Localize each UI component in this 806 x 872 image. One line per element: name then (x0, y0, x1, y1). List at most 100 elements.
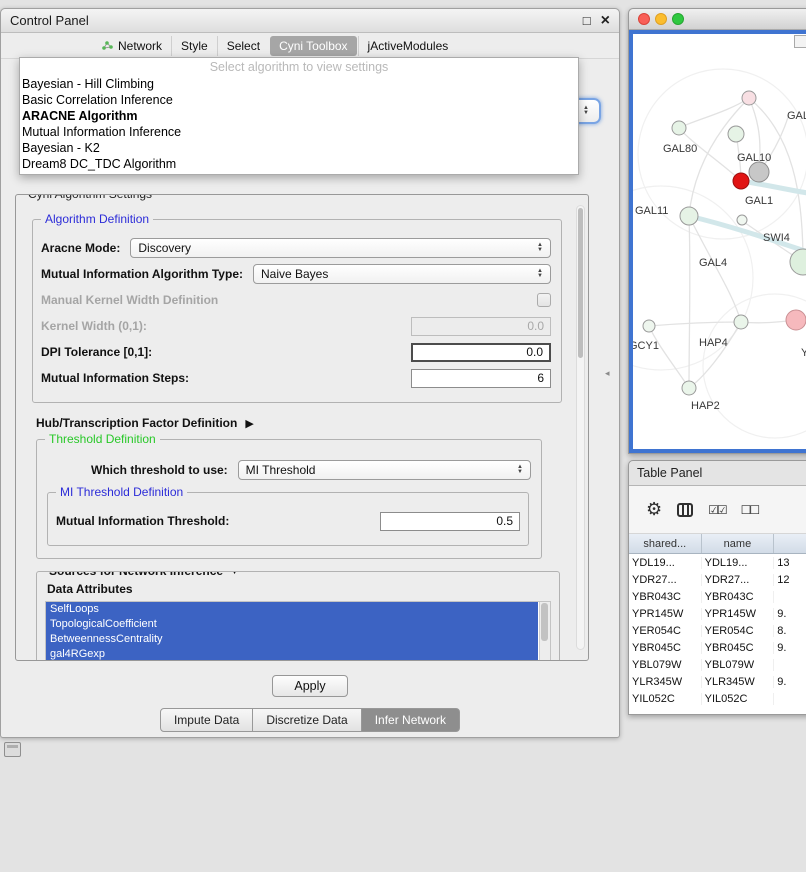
tab-impute-data[interactable]: Impute Data (160, 708, 253, 732)
manual-kernel-checkbox[interactable] (537, 293, 551, 307)
network-node (680, 207, 698, 225)
attribute-item-selected[interactable]: gal4RGexp (46, 647, 538, 661)
control-panel-window: Control Panel □ × Network Style Select C… (0, 8, 620, 738)
algorithm-definition-title: Algorithm Definition (41, 212, 153, 226)
mi-threshold-row: Mutual Information Threshold: (56, 511, 520, 531)
control-panel-tabs: Network Style Select Cyni Toolbox jActiv… (1, 33, 619, 59)
network-canvas[interactable]: GAL80 GAL10 GAL1 GAL11 SWI4 GAL4 GCY1 HA… (633, 34, 806, 451)
splitter-collapse-icon[interactable]: ◂ (605, 368, 610, 379)
tab-discretize-data[interactable]: Discretize Data (252, 708, 361, 732)
kernel-width-row: Kernel Width (0,1): (41, 316, 551, 336)
table-row[interactable]: YLR345W YLR345W 9. (629, 673, 806, 690)
network-node (682, 381, 696, 395)
table-row[interactable]: YBR043C YBR043C (629, 588, 806, 605)
which-threshold-row: Which threshold to use: MI Threshold ▲▼ (45, 460, 531, 480)
column-header-name[interactable]: name (702, 534, 775, 553)
mi-type-row: Mutual Information Algorithm Type: Naive… (41, 264, 551, 284)
table-row[interactable]: YPR145W YPR145W 9. (629, 605, 806, 622)
attribute-item-selected[interactable]: BetweennessCentrality (46, 632, 538, 647)
tab-jactivemodules[interactable]: jActiveModules (358, 36, 458, 56)
tab-cyni-toolbox[interactable]: Cyni Toolbox (270, 36, 356, 56)
network-node-highlighted (733, 173, 749, 189)
canvas-scroll-button[interactable] (794, 35, 806, 48)
tab-network[interactable]: Network (93, 36, 171, 56)
network-tab-icon (102, 40, 113, 51)
expanded-triangle-icon[interactable]: ▼ (229, 571, 240, 577)
aracne-mode-row: Aracne Mode: Discovery ▲▼ (41, 238, 551, 258)
apply-button[interactable]: Apply (272, 675, 347, 697)
aracne-mode-select[interactable]: Discovery ▲▼ (130, 238, 551, 258)
sources-group-title[interactable]: Sources for Network Inference ▼ (45, 571, 244, 578)
table-settings-gear-icon[interactable]: ⚙ (646, 499, 662, 520)
hub-definition-section[interactable]: Hub/Transcription Factor Definition ▶ (36, 416, 562, 430)
table-row[interactable]: YIL052C YIL052C (629, 690, 806, 707)
deselect-all-icon[interactable]: ☐☐ (741, 503, 759, 517)
node-label: HAP4 (699, 337, 728, 349)
minimize-traffic-light[interactable] (655, 13, 667, 25)
algorithm-option[interactable]: Basic Correlation Inference (20, 92, 578, 108)
zoom-traffic-light[interactable] (672, 13, 684, 25)
node-label: HAP2 (691, 400, 720, 412)
data-attributes-list[interactable]: SelfLoops TopologicalCoefficient Between… (45, 601, 551, 661)
dpi-tolerance-field[interactable] (411, 343, 551, 362)
node-label: GAL (787, 110, 806, 122)
table-panel-titlebar[interactable]: Table Panel (629, 461, 806, 485)
which-threshold-label: Which threshold to use: (91, 463, 228, 477)
network-node-neutral (749, 162, 769, 182)
aracne-mode-label: Aracne Mode: (41, 241, 120, 255)
control-panel-dock-icon[interactable] (4, 742, 21, 757)
combo-arrows-icon: ▲▼ (537, 243, 543, 253)
tab-infer-network[interactable]: Infer Network (361, 708, 460, 732)
table-row[interactable]: YER054C YER054C 8. (629, 622, 806, 639)
manual-kernel-label: Manual Kernel Width Definition (41, 293, 218, 307)
collapsed-triangle-icon[interactable]: ▶ (245, 417, 253, 430)
column-header-shared-name[interactable]: shared... (629, 534, 702, 553)
algorithm-option[interactable]: Bayesian - Hill Climbing (20, 76, 578, 92)
bottom-tabs: Impute Data Discretize Data Infer Networ… (1, 708, 619, 732)
table-header-row: shared... name (629, 534, 806, 554)
table-row[interactable]: YDR27... YDR27... 12 (629, 571, 806, 588)
combo-arrows-icon: ▲▼ (583, 106, 589, 116)
close-traffic-light[interactable] (638, 13, 650, 25)
network-node (643, 320, 655, 332)
network-node (734, 315, 748, 329)
table-panel-title: Table Panel (637, 466, 702, 480)
float-window-icon[interactable]: □ (583, 13, 591, 28)
show-columns-icon[interactable] (677, 503, 693, 517)
select-all-icon[interactable]: ☑☑ (708, 503, 726, 517)
settings-scrollbar-thumb[interactable] (578, 208, 583, 358)
mi-threshold-definition-group: MI Threshold Definition Mutual Informati… (47, 492, 529, 546)
tab-style-label: Style (181, 39, 208, 53)
tab-select-label: Select (227, 39, 260, 53)
table-row[interactable]: YBL079W YBL079W (629, 656, 806, 673)
tab-style[interactable]: Style (171, 36, 217, 56)
tab-select[interactable]: Select (217, 36, 269, 56)
network-window-titlebar[interactable] (629, 9, 806, 30)
mi-steps-row: Mutual Information Steps: (41, 368, 551, 388)
mi-steps-field[interactable] (411, 369, 551, 388)
algorithm-option[interactable]: Bayesian - K2 (20, 140, 578, 156)
close-window-icon[interactable]: × (601, 12, 610, 30)
mi-threshold-field[interactable] (380, 512, 520, 531)
algorithm-option[interactable]: Dream8 DC_TDC Algorithm (20, 156, 578, 172)
column-header-extra[interactable] (774, 534, 806, 553)
node-label: GAL11 (635, 205, 668, 217)
table-row[interactable]: YBR045C YBR045C 9. (629, 639, 806, 656)
attributes-scrollbar-thumb[interactable] (541, 603, 548, 641)
network-node-pink (786, 310, 806, 330)
node-label: SWI4 (763, 232, 790, 244)
attribute-item-selected[interactable]: SelfLoops (46, 602, 538, 617)
kernel-width-field[interactable] (411, 317, 551, 336)
control-panel-body: Cyni Algorithm Settings Algorithm Defini… (1, 194, 619, 872)
attributes-scrollbar[interactable] (539, 602, 550, 661)
settings-scrollbar[interactable] (576, 205, 585, 650)
mi-type-select[interactable]: Naive Bayes ▲▼ (253, 264, 551, 284)
which-threshold-select[interactable]: MI Threshold ▲▼ (238, 460, 531, 480)
network-node (742, 91, 756, 105)
settings-group-title: Cyni Algorithm Settings (24, 194, 156, 201)
control-panel-title: Control Panel (10, 13, 573, 28)
attribute-item-selected[interactable]: TopologicalCoefficient (46, 617, 538, 632)
algorithm-option[interactable]: Mutual Information Inference (20, 124, 578, 140)
table-row[interactable]: YDL19... YDL19... 13 (629, 554, 806, 571)
algorithm-option-selected[interactable]: ARACNE Algorithm (20, 108, 578, 124)
